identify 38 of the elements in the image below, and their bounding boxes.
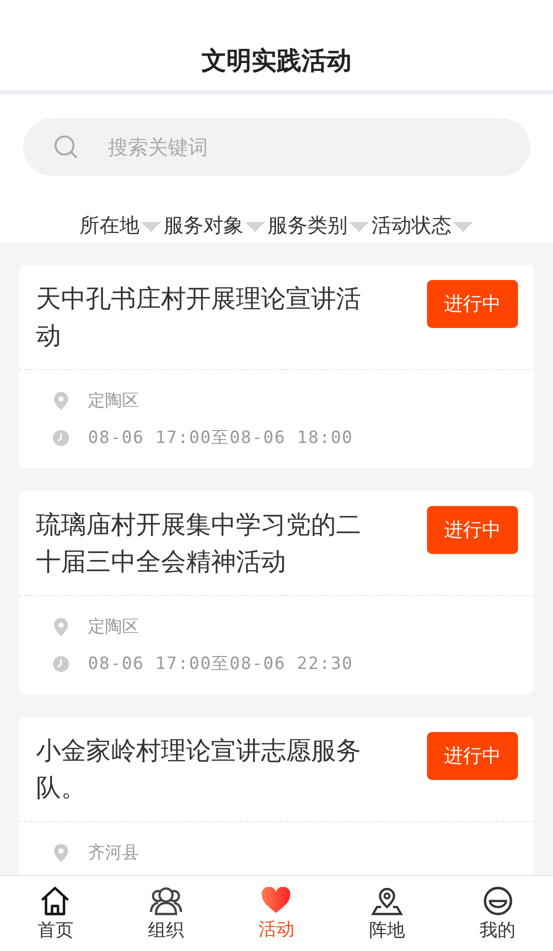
home-icon — [39, 886, 72, 916]
activity-title: 小金家岭村理论宣讲志愿服务队。 — [36, 735, 362, 804]
tab-bar-item[interactable]: 组织 — [110, 876, 222, 951]
heart-icon — [261, 886, 292, 914]
time-range: 08-06 17:00至08-06 22:30 — [88, 653, 354, 675]
search-field[interactable]: 搜索关键词 — [23, 118, 530, 176]
location-pin-icon — [52, 390, 70, 410]
clock-icon — [52, 654, 70, 672]
status-badge: 进行中 — [427, 280, 518, 328]
clock-icon — [52, 428, 70, 446]
smile-face-icon — [482, 886, 513, 916]
status-badge: 进行中 — [427, 732, 518, 780]
caret-icon — [452, 220, 474, 232]
tab-bar-item[interactable]: 阵地 — [332, 876, 442, 951]
filter-dropdown[interactable]: 服务对象 — [164, 212, 266, 239]
caret-icon — [244, 220, 266, 232]
activity-title: 天中孔书庄村开展理论宣讲活动 — [36, 283, 362, 352]
time-range: 08-06 17:00至08-06 18:00 — [88, 427, 354, 449]
filter-dropdown[interactable]: 活动状态 — [372, 212, 474, 239]
location-text: 定陶区 — [88, 390, 139, 412]
map-pin-icon — [371, 886, 404, 916]
location-pin-icon — [52, 616, 70, 636]
activity-title: 琉璃庙村开展集中学习党的二十届三中全会精神活动 — [36, 509, 362, 578]
filter-dropdown[interactable]: 服务类别 — [268, 212, 370, 239]
activity-card[interactable]: 小金家岭村理论宣讲志愿服务队。 进行中 齐河县 — [19, 717, 534, 875]
page-title: 文明实践活动 — [202, 44, 352, 76]
tab-bar-item[interactable]: 首页 — [0, 876, 111, 951]
location-text: 齐河县 — [88, 842, 139, 864]
location-text: 定陶区 — [88, 616, 139, 638]
filter-dropdown[interactable]: 所在地 — [80, 212, 162, 239]
caret-icon — [140, 220, 162, 232]
caret-icon — [348, 220, 370, 232]
status-badge: 进行中 — [427, 506, 518, 554]
tab-bar-item[interactable]: 我的 — [442, 876, 553, 951]
activity-card[interactable]: 天中孔书庄村开展理论宣讲活动 进行中 定陶区 08-06 17:00至08-06 18:00 — [19, 265, 534, 468]
people-icon — [148, 886, 183, 916]
location-pin-icon — [52, 842, 70, 862]
activity-card[interactable]: 琉璃庙村开展集中学习党的二十届三中全会精神活动 进行中 定陶区 08-06 17:00至08-06 22:30 — [19, 491, 534, 694]
